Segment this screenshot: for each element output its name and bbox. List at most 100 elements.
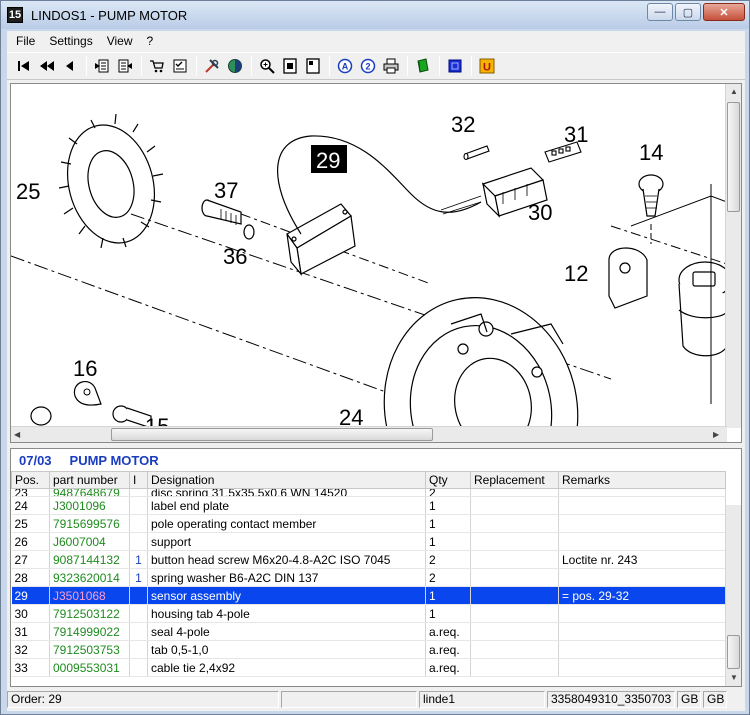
cell-part-number: 0009553031 [49,658,130,677]
callout-32: 32 [451,112,475,137]
cell-pos: 29 [11,586,50,605]
zoom-icon[interactable] [256,55,278,77]
table-row[interactable]: 23 9487648679 disc spring 31,5x35,5x0,6 … [11,488,726,497]
part-16-hole [83,388,91,396]
cell-qty: a.req. [425,658,471,677]
print-icon[interactable] [380,55,402,77]
table-row[interactable]: 25 7915699576 pole operating contact mem… [11,514,726,533]
callout-12: 12 [564,261,588,286]
cell-pos: 23 [11,488,50,497]
menu-view[interactable]: View [100,34,140,48]
cell-ind [129,640,148,659]
part-25-ring [58,113,164,249]
callout-24: 24 [339,405,363,428]
toolbar-separator [86,56,87,76]
cell-qty: 2 [425,550,471,569]
globe-icon[interactable] [224,55,246,77]
toolbar-separator [407,56,408,76]
scroll-up-icon[interactable]: ▲ [730,87,738,96]
cell-qty: a.req. [425,640,471,659]
cell-ind [129,496,148,515]
part-14-screw [638,174,664,217]
table-row[interactable]: 28 9323620014 1 spring washer B6-A2C DIN… [11,568,726,587]
u-icon[interactable]: U [476,55,498,77]
col-remarks[interactable]: Remarks [558,471,726,489]
cell-remarks: Loctite nr. 243 [558,550,726,569]
toolbar-separator [329,56,330,76]
part-12-bracket [608,247,648,309]
page-icon[interactable] [279,55,301,77]
checklist-icon[interactable] [169,55,191,77]
toolbar-separator [251,56,252,76]
exploded-drawing[interactable]: 32 31 14 29 37 25 30 36 12 16 24 15 ▲ ◀ … [10,83,742,443]
table-header-row: Pos. part number I Designation Qty Repla… [11,471,726,489]
green-book-icon[interactable] [412,55,434,77]
title-bar[interactable]: 15 LINDOS1 - PUMP MOTOR — ▢ ✕ [1,1,749,29]
cell-designation: disc spring 31,5x35,5x0,6 WN 14520 [147,488,426,497]
table-row[interactable]: 24 J3001096 label end plate 1 [11,496,726,515]
callout-31: 31 [564,122,588,147]
cell-ind: 1 [129,550,148,569]
scroll-thumb[interactable] [111,428,433,441]
table-row[interactable]: 31 7914999022 seal 4-pole a.req. [11,622,726,641]
blue-square-icon[interactable] [444,55,466,77]
col-replacement[interactable]: Replacement [470,471,559,489]
cell-remarks [558,532,726,551]
scroll-left-icon[interactable]: ◀ [14,430,20,439]
status-user: linde1 [419,690,545,708]
toolbar-separator [141,56,142,76]
table-row[interactable]: 26 J6007004 support 1 [11,532,726,551]
prev-page-icon[interactable] [91,55,113,77]
close-button[interactable]: ✕ [703,3,745,21]
cell-qty: 1 [425,514,471,533]
table-row[interactable]: 27 9087144132 1 button head screw M6x20-… [11,550,726,569]
table-row-selected[interactable]: 29 J3501068 sensor assembly 1 = pos. 29-… [11,586,726,605]
col-part-number[interactable]: part number [49,471,130,489]
maximize-button[interactable]: ▢ [675,3,701,21]
cell-ind [129,586,148,605]
callout-25: 25 [16,179,40,204]
col-designation[interactable]: Designation [147,471,426,489]
col-pos[interactable]: Pos. [11,471,50,489]
cell-designation: button head screw M6x20-4.8-A2C ISO 7045 [147,550,426,569]
scroll-right-icon[interactable]: ▶ [713,430,719,439]
search-2-icon[interactable]: 2 [357,55,379,77]
toolbar-separator [439,56,440,76]
drawing-vertical-scrollbar[interactable]: ▲ [725,84,741,428]
cart-icon[interactable] [146,55,168,77]
menu-help[interactable]: ? [140,34,161,48]
cell-remarks [558,488,726,497]
parts-vertical-scrollbar[interactable]: ▼ [725,505,741,686]
search-a-icon[interactable]: A [334,55,356,77]
part-32-tab [463,145,490,161]
back-icon[interactable] [59,55,81,77]
scroll-thumb[interactable] [727,635,740,669]
cell-pos: 31 [11,622,50,641]
cell-remarks: = pos. 29-32 [558,586,726,605]
cell-replacement [470,658,559,677]
table-row[interactable]: 33 0009553031 cable tie 2,4x92 a.req. [11,658,726,677]
scroll-thumb[interactable] [727,102,740,212]
menu-file[interactable]: File [9,34,42,48]
first-icon[interactable] [13,55,35,77]
tools-icon[interactable] [201,55,223,77]
app-window: 15 LINDOS1 - PUMP MOTOR — ▢ ✕ File Setti… [0,0,750,715]
svg-text:2: 2 [365,62,370,72]
col-ind[interactable]: I [129,471,148,489]
table-row[interactable]: 30 7912503122 housing tab 4-pole 1 [11,604,726,623]
cell-remarks [558,640,726,659]
cell-replacement [470,640,559,659]
fast-back-icon[interactable] [36,55,58,77]
page-fit-icon[interactable] [302,55,324,77]
minimize-button[interactable]: — [647,3,673,21]
col-qty[interactable]: Qty [425,471,471,489]
next-page-icon[interactable] [114,55,136,77]
cell-qty: 2 [425,488,471,497]
cell-part-number: J3501068 [49,586,130,605]
scroll-down-icon[interactable]: ▼ [730,673,738,682]
status-bar: Order: 29 linde1 3358049310_3350703 GB G… [7,689,745,709]
table-row[interactable]: 32 7912503753 tab 0,5-1,0 a.req. [11,640,726,659]
toolbar-separator [471,56,472,76]
drawing-horizontal-scrollbar[interactable]: ◀ ▶ [11,426,727,442]
menu-settings[interactable]: Settings [42,34,99,48]
